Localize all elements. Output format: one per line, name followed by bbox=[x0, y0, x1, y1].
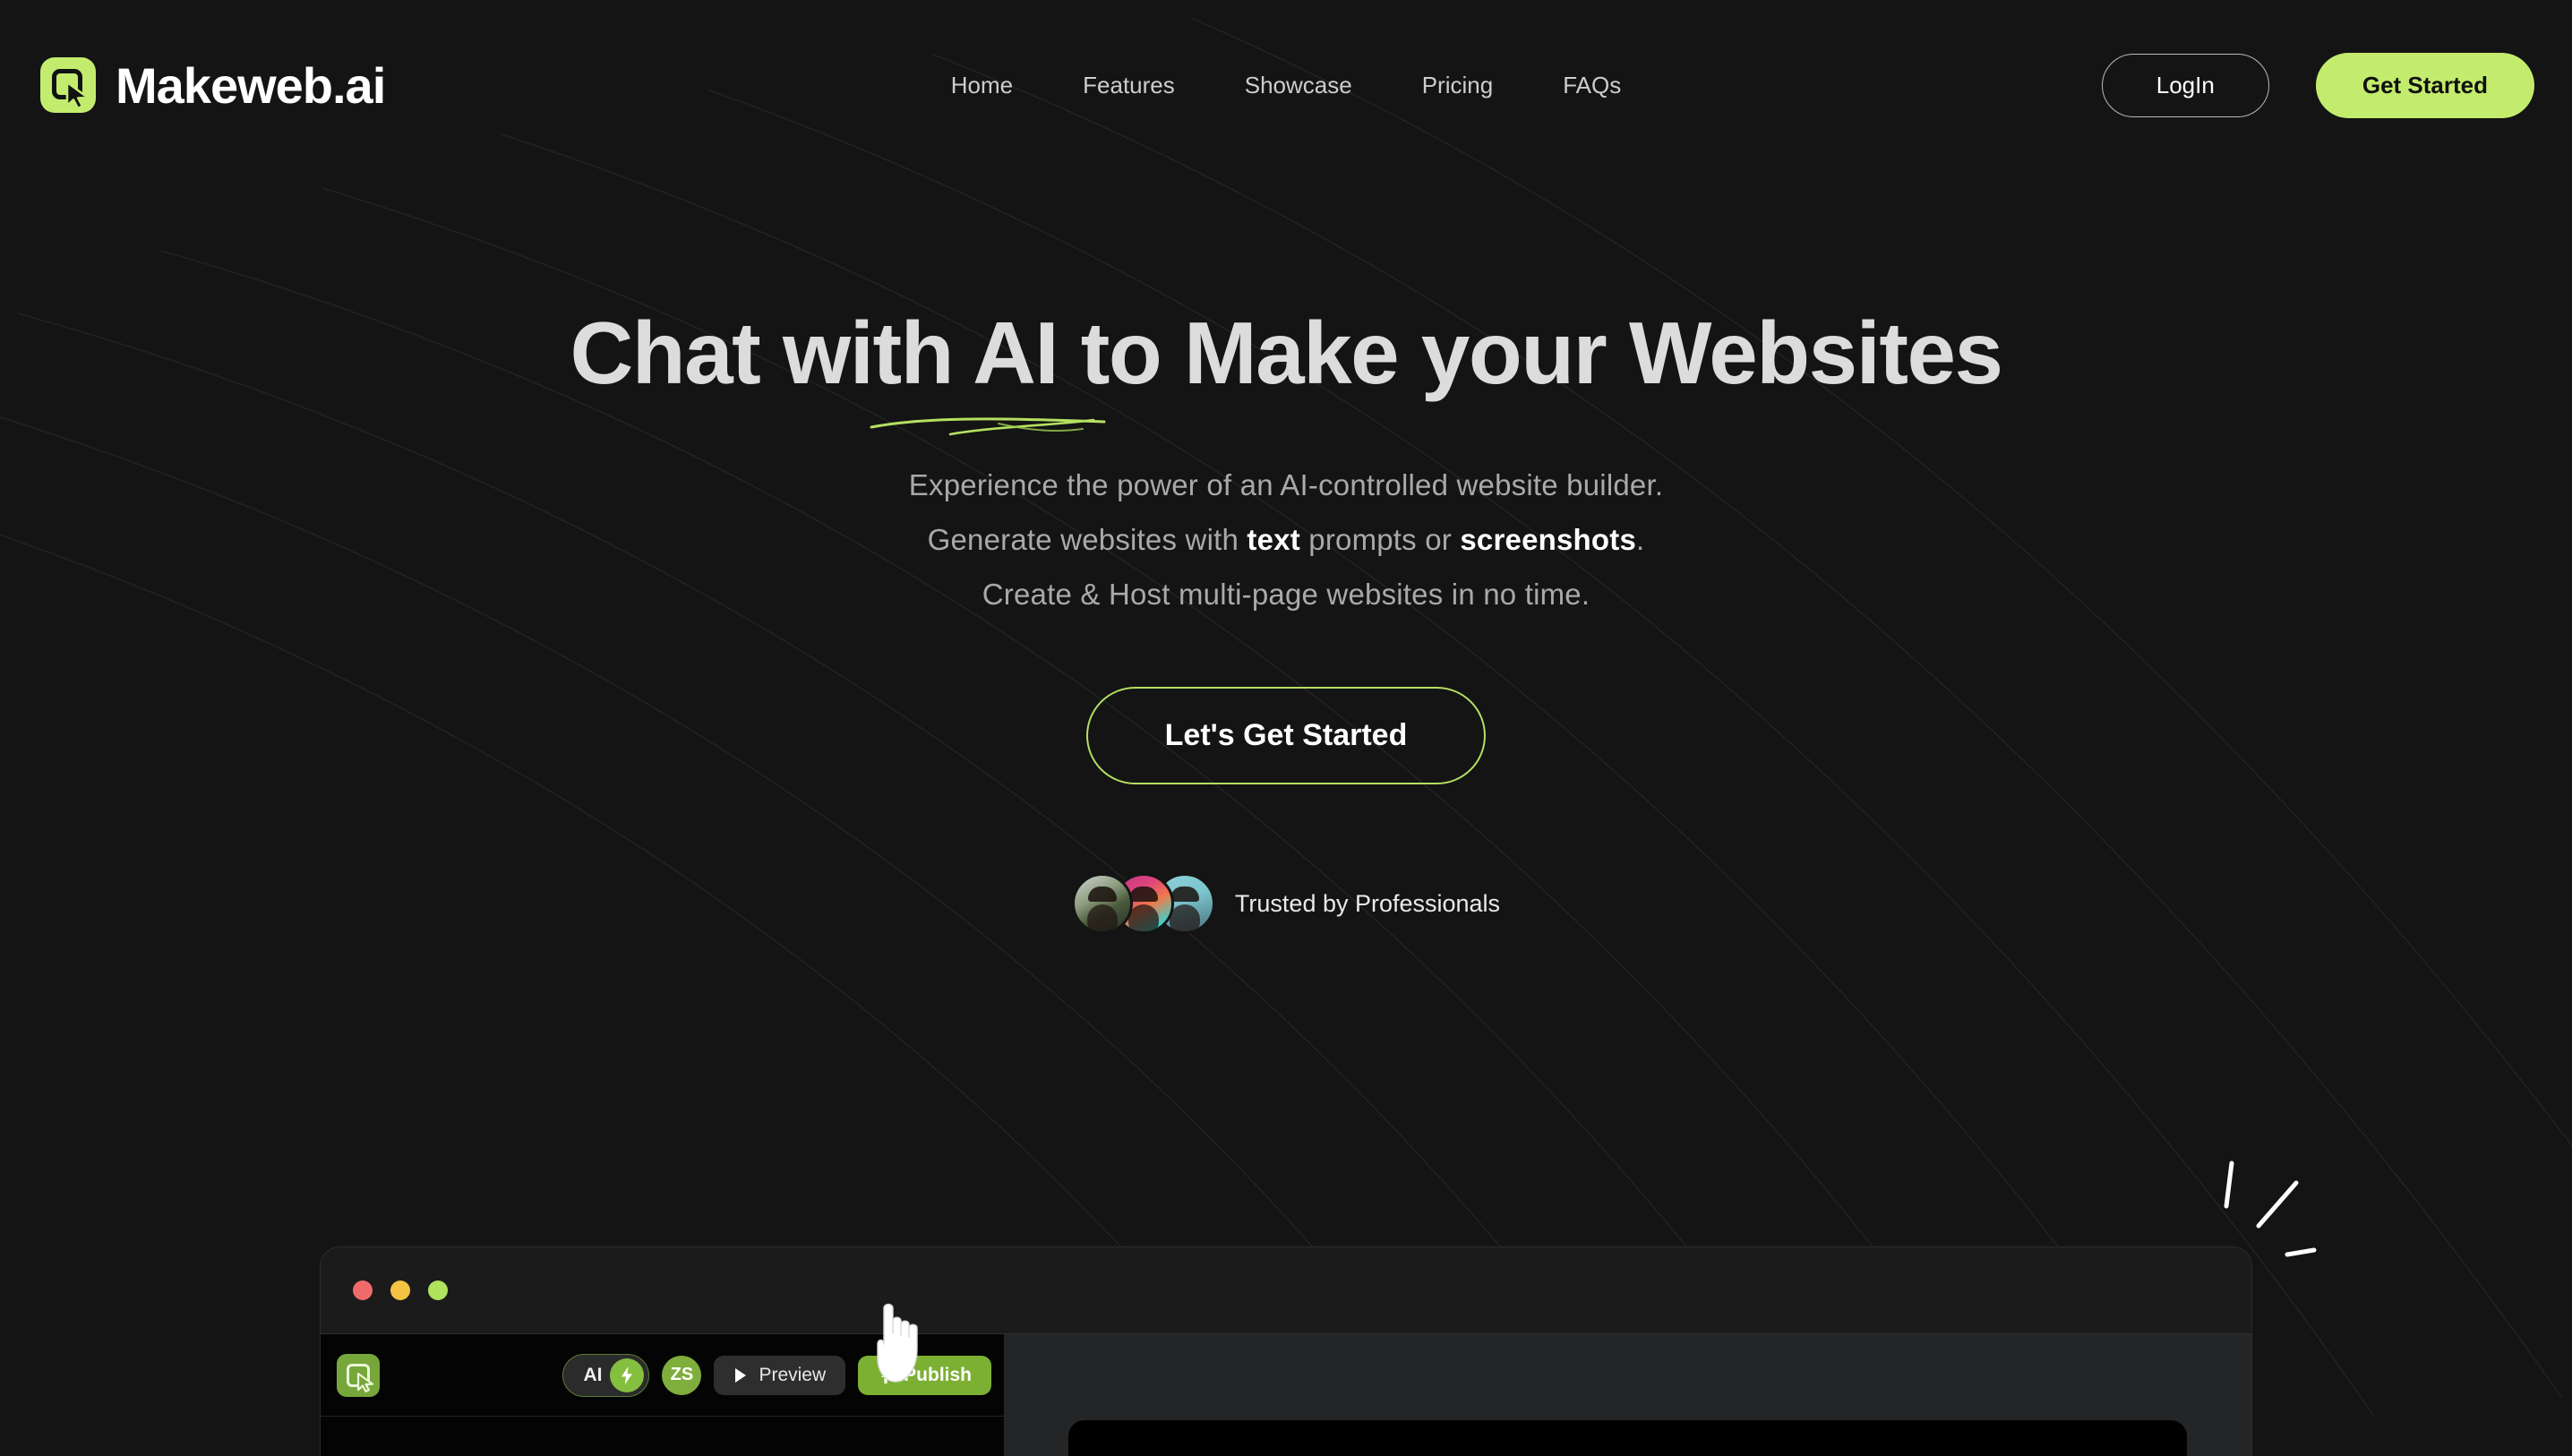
sub-text-pre: Generate websites with bbox=[927, 523, 1247, 557]
mockup-titlebar bbox=[321, 1247, 2251, 1333]
user-avatar-initials[interactable]: ZS bbox=[662, 1355, 702, 1395]
sub-text-bold-screenshots: screenshots bbox=[1460, 523, 1636, 557]
nav-item-features[interactable]: Features bbox=[1048, 72, 1210, 99]
lightning-bolt-icon bbox=[610, 1358, 645, 1392]
sub-text-mid: prompts or bbox=[1299, 523, 1461, 557]
nav-item-faqs[interactable]: FAQs bbox=[1528, 72, 1656, 99]
brand-logo[interactable]: Makeweb.ai bbox=[40, 56, 386, 115]
sub-text-bold-text: text bbox=[1247, 523, 1300, 557]
headline-underline-squiggle bbox=[870, 417, 1106, 436]
cursor-square-icon bbox=[40, 57, 96, 113]
mockup-preview-panel bbox=[1004, 1334, 2251, 1456]
play-icon bbox=[735, 1367, 747, 1383]
main-nav: Home Features Showcase Pricing FAQs bbox=[916, 72, 1656, 99]
mockup-canvas bbox=[1068, 1420, 2187, 1456]
pointing-hand-cursor bbox=[877, 1303, 918, 1383]
lets-get-started-button[interactable]: Let's Get Started bbox=[1085, 687, 1487, 785]
landing-page: Makeweb.ai Home Features Showcase Pricin… bbox=[0, 0, 2572, 1456]
nav-item-showcase[interactable]: Showcase bbox=[1210, 72, 1387, 99]
preview-label: Preview bbox=[759, 1364, 827, 1385]
hero-subtitle-line-1: Experience the power of an AI-controlled… bbox=[908, 468, 1664, 501]
minimize-window-dot[interactable] bbox=[390, 1280, 410, 1300]
preview-button[interactable]: Preview bbox=[714, 1355, 846, 1395]
ai-label: AI bbox=[583, 1364, 603, 1385]
page-title: Chat with AI to Make your Websites bbox=[570, 304, 2003, 402]
avatar-group bbox=[1071, 873, 1215, 935]
window-traffic-lights bbox=[353, 1280, 448, 1300]
hero-subtitle: Experience the power of an AI-controlled… bbox=[0, 458, 2572, 621]
sub-text-post: . bbox=[1636, 523, 1645, 557]
header-actions: LogIn Get Started bbox=[2101, 52, 2534, 118]
close-window-dot[interactable] bbox=[353, 1280, 373, 1300]
cursor-arrow-icon bbox=[65, 81, 90, 109]
ai-mode-toggle[interactable]: AI bbox=[562, 1353, 650, 1397]
brand-name: Makeweb.ai bbox=[116, 56, 386, 114]
hero-subtitle-line-3: Create & Host multi-page websites in no … bbox=[982, 578, 1590, 612]
hero-subtitle-line-2: Generate websites with text prompts or s… bbox=[0, 512, 2572, 567]
app-mockup-window: AI ZS Preview Publish bbox=[320, 1246, 2252, 1456]
avatar bbox=[1071, 873, 1133, 935]
mockup-logo-button[interactable] bbox=[337, 1353, 380, 1397]
get-started-button[interactable]: Get Started bbox=[2315, 52, 2534, 118]
site-header: Makeweb.ai Home Features Showcase Pricin… bbox=[0, 0, 2572, 170]
nav-item-pricing[interactable]: Pricing bbox=[1387, 72, 1528, 99]
cursor-arrow-icon bbox=[356, 1372, 374, 1392]
login-button[interactable]: LogIn bbox=[2101, 53, 2269, 117]
mockup-body: AI ZS Preview Publish bbox=[321, 1333, 2251, 1456]
trust-row: Trusted by Professionals bbox=[0, 873, 2572, 935]
nav-item-home[interactable]: Home bbox=[916, 72, 1048, 99]
trust-label: Trusted by Professionals bbox=[1234, 889, 1501, 917]
sparkle-lines-icon bbox=[2224, 1161, 2317, 1257]
maximize-window-dot[interactable] bbox=[428, 1280, 448, 1300]
